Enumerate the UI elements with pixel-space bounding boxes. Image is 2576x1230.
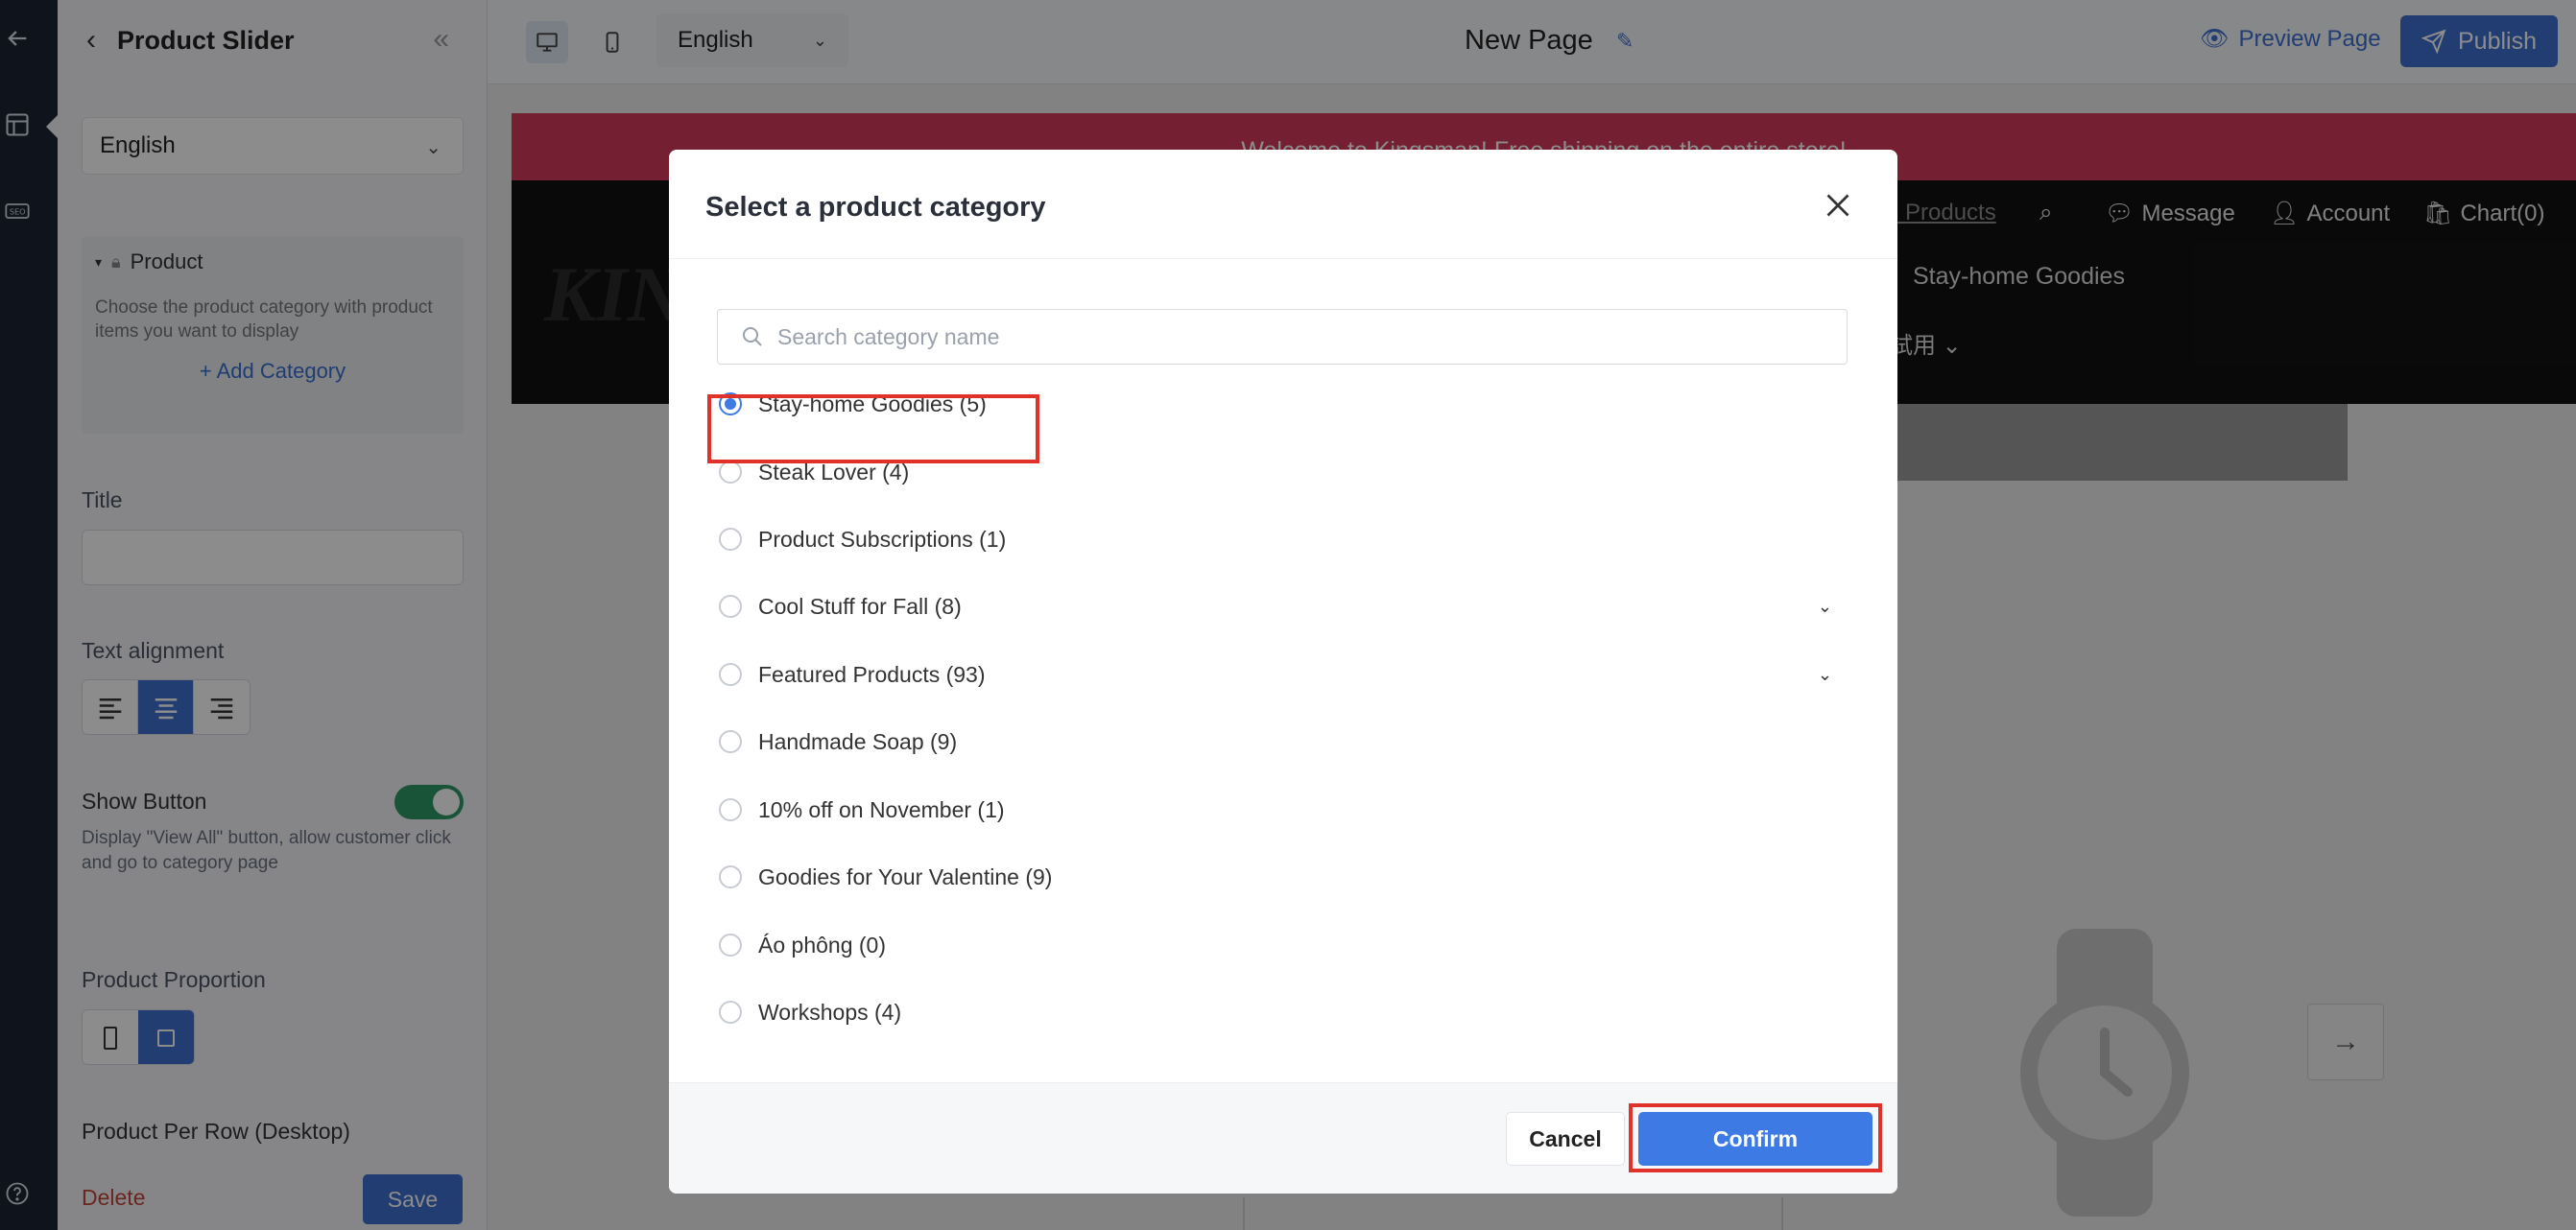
radio-button[interactable] bbox=[719, 865, 742, 888]
category-option[interactable]: Cool Stuff for Fall (8) ⌄ bbox=[719, 582, 1851, 630]
selected-option-highlight bbox=[707, 394, 1039, 463]
confirm-button-highlight bbox=[1629, 1103, 1882, 1172]
category-list: Stay-home Goodies (5) Steak Lover (4) Pr… bbox=[669, 376, 1897, 1188]
category-option[interactable]: 10% off on November (1) bbox=[719, 786, 1851, 834]
category-option-label: Product Subscriptions (1) bbox=[758, 526, 1007, 552]
close-icon[interactable] bbox=[1821, 188, 1855, 223]
radio-button[interactable] bbox=[719, 1001, 742, 1024]
category-option[interactable]: Featured Products (93) ⌄ bbox=[719, 650, 1851, 698]
modal-header: Select a product category bbox=[669, 150, 1897, 259]
category-option[interactable]: Handmade Soap (9) bbox=[719, 718, 1851, 766]
radio-button[interactable] bbox=[719, 528, 742, 551]
modal-title: Select a product category bbox=[705, 192, 1046, 223]
radio-button[interactable] bbox=[719, 461, 742, 484]
radio-button[interactable] bbox=[719, 595, 742, 618]
category-option[interactable]: Áo phông (0) bbox=[719, 921, 1851, 969]
cancel-button[interactable]: Cancel bbox=[1506, 1112, 1625, 1166]
category-option-label: Áo phông (0) bbox=[758, 932, 886, 958]
category-search-box[interactable] bbox=[717, 309, 1848, 365]
radio-button[interactable] bbox=[719, 798, 742, 821]
category-option[interactable]: Workshops (4) bbox=[719, 988, 1851, 1036]
category-option-label: Featured Products (93) bbox=[758, 661, 986, 687]
chevron-down-icon[interactable]: ⌄ bbox=[1818, 597, 1832, 617]
category-option-label: Goodies for Your Valentine (9) bbox=[758, 863, 1053, 889]
radio-button[interactable] bbox=[719, 934, 742, 957]
category-search-input[interactable] bbox=[777, 323, 1814, 350]
category-option[interactable]: Goodies for Your Valentine (9) bbox=[719, 853, 1851, 901]
category-option[interactable]: Product Subscriptions (1) bbox=[719, 515, 1851, 563]
radio-button[interactable] bbox=[719, 663, 742, 686]
category-option-label: 10% off on November (1) bbox=[758, 796, 1005, 822]
search-icon bbox=[743, 327, 762, 346]
category-option-label: Workshops (4) bbox=[758, 999, 902, 1025]
chevron-down-icon[interactable]: ⌄ bbox=[1818, 665, 1832, 685]
category-option-label: Handmade Soap (9) bbox=[758, 728, 958, 754]
radio-button[interactable] bbox=[719, 730, 742, 753]
category-option-label: Cool Stuff for Fall (8) bbox=[758, 593, 962, 619]
select-category-modal: Select a product category Stay-home Good… bbox=[669, 150, 1897, 1194]
